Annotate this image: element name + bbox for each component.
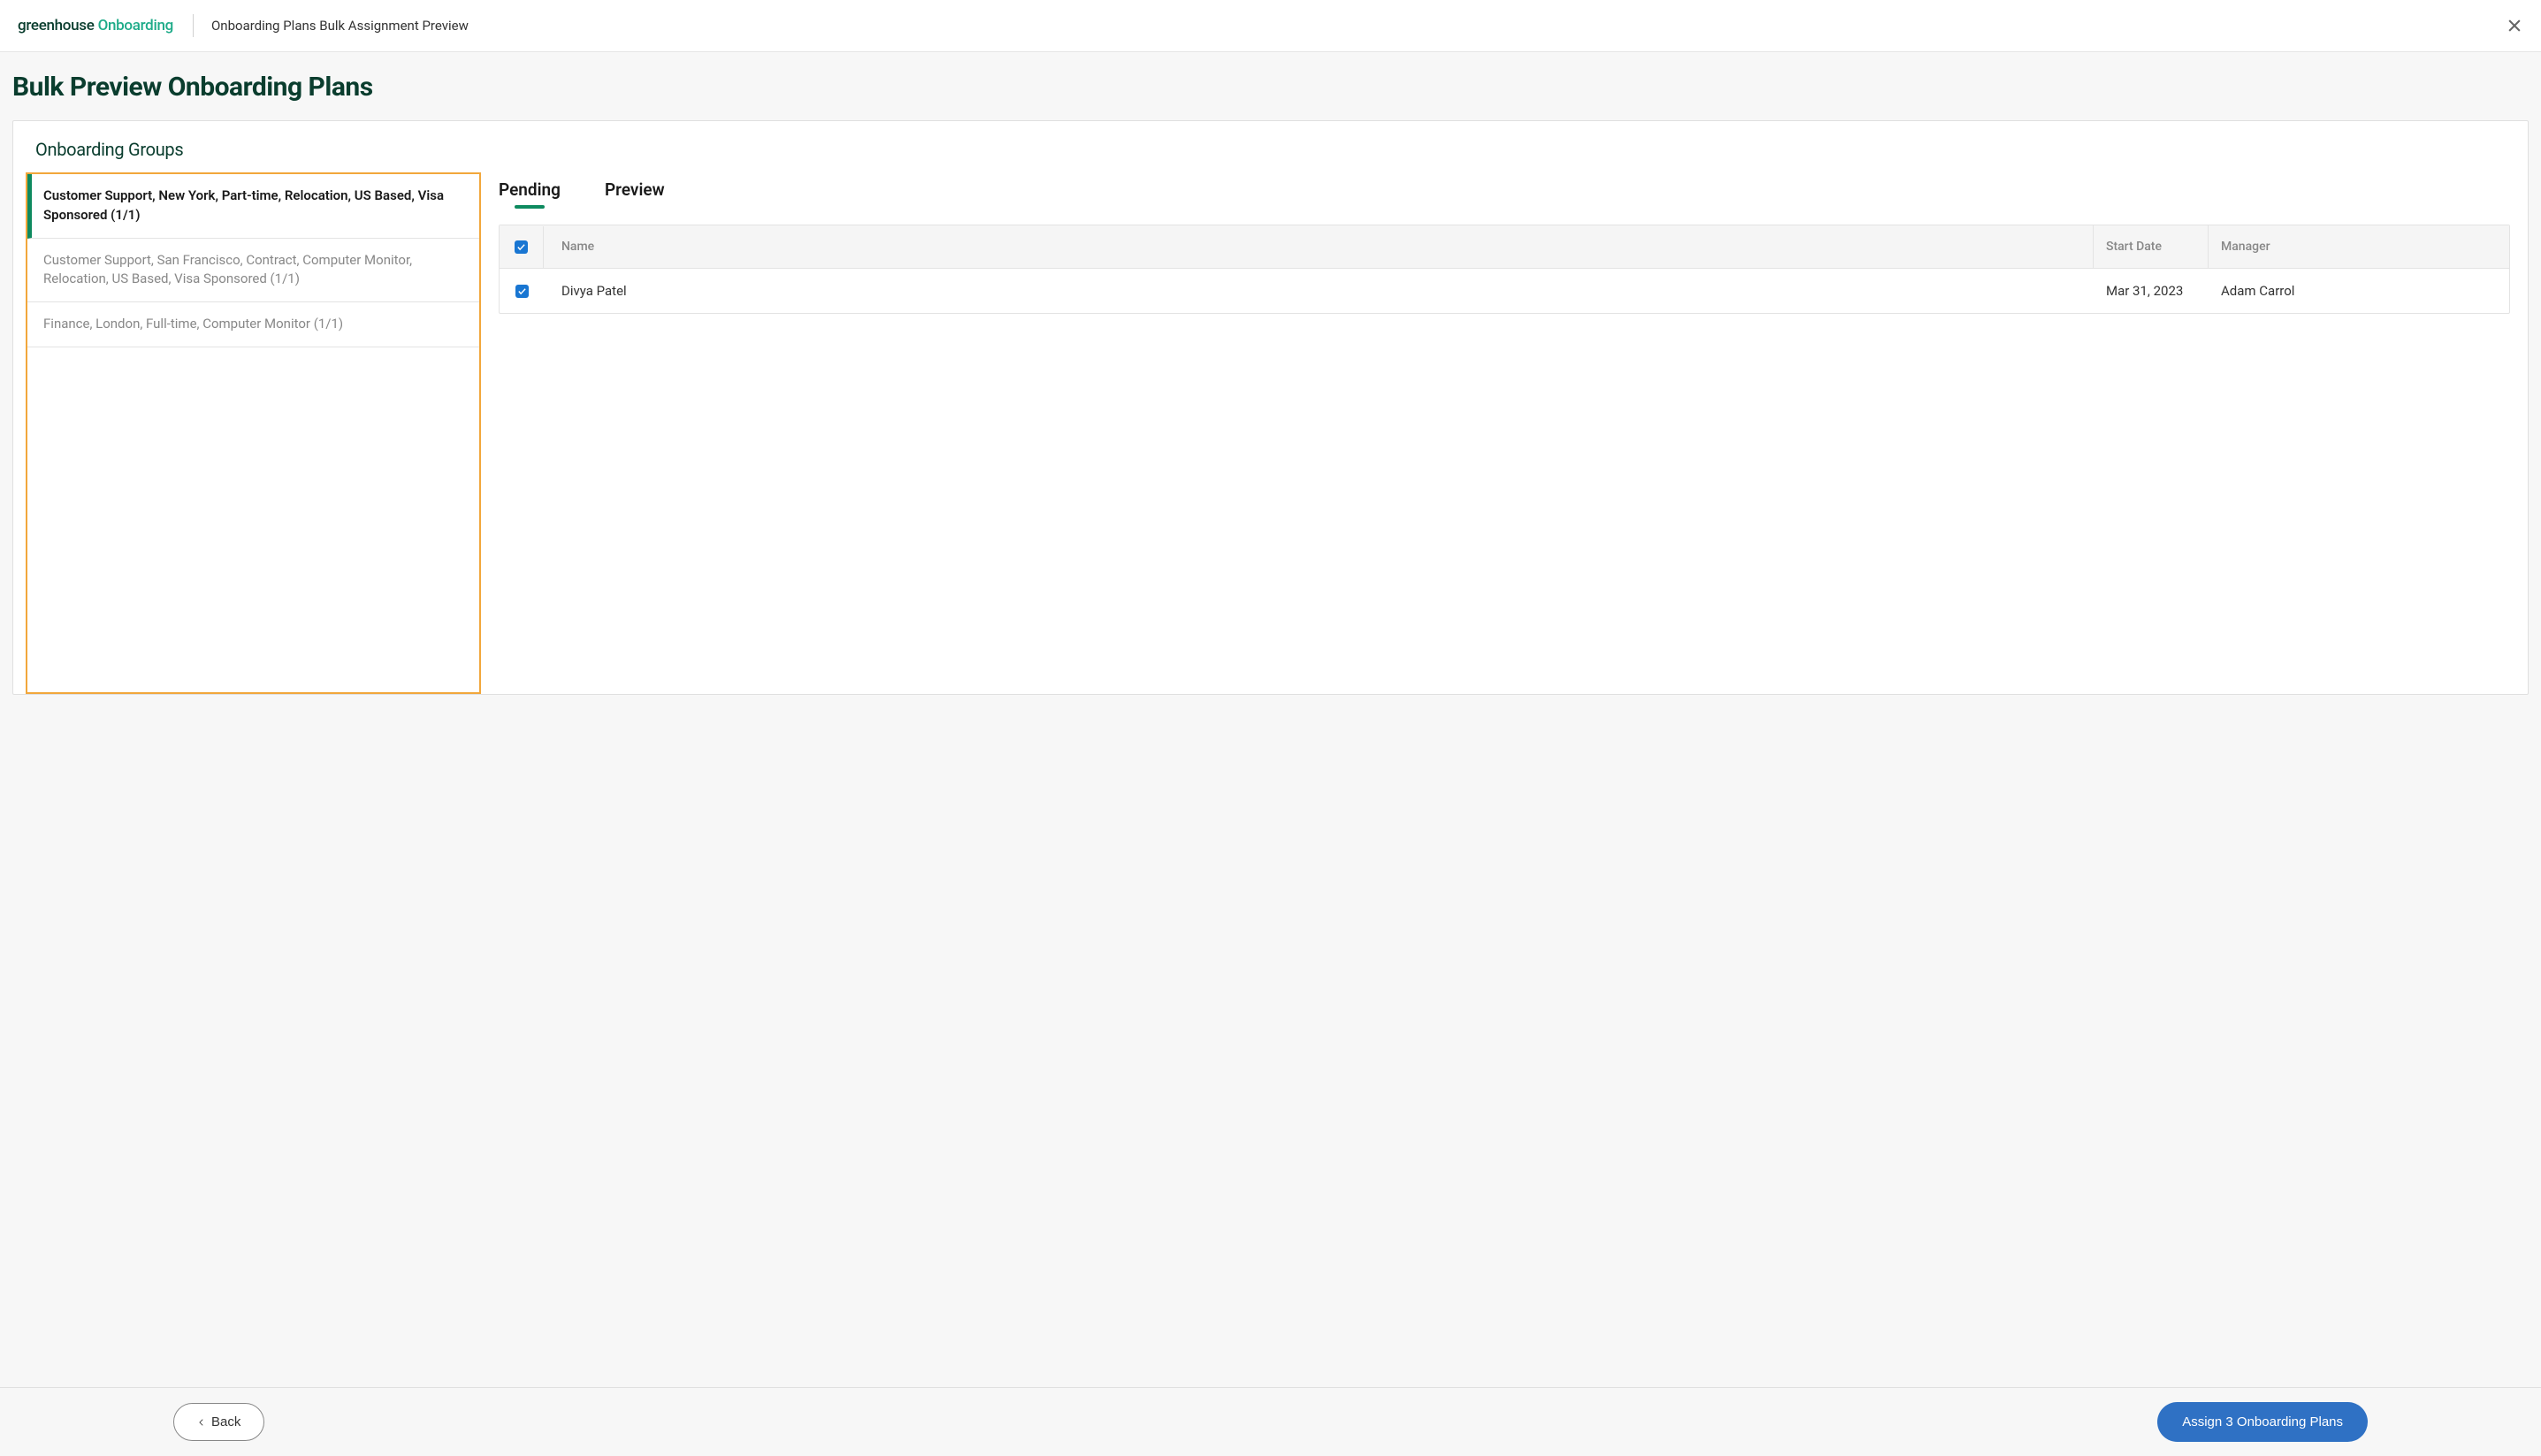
group-item-1[interactable]: Customer Support, San Francisco, Contrac… [27,239,479,303]
select-all-checkbox[interactable] [515,240,528,254]
assign-button[interactable]: Assign 3 Onboarding Plans [2157,1402,2368,1442]
header-divider [193,14,194,37]
row-start-date: Mar 31, 2023 [2094,269,2209,313]
header-start-date: Start Date [2094,225,2209,268]
row-manager: Adam Carrol [2209,269,2509,313]
panel-body: Customer Support, New York, Part-time, R… [13,172,2528,694]
header-checkbox-cell [500,226,544,268]
header-manager: Manager [2209,225,2509,268]
content-area: Bulk Preview Onboarding Plans Onboarding… [0,52,2541,1387]
table-row: Divya Patel Mar 31, 2023 Adam Carrol [500,269,2509,313]
group-item-2[interactable]: Finance, London, Full-time, Computer Mon… [27,302,479,347]
group-item-0[interactable]: Customer Support, New York, Part-time, R… [27,174,479,239]
row-checkbox[interactable] [515,285,529,298]
tabs: Pending Preview [499,179,2510,209]
back-button-label: Back [211,1414,240,1429]
detail-panel: Pending Preview Name Start Date Manager [499,172,2528,694]
tab-preview[interactable]: Preview [605,179,665,209]
panel-header: Onboarding Groups [13,121,2528,172]
panel-title: Onboarding Groups [35,139,2506,160]
pending-table: Name Start Date Manager Divya Patel Mar … [499,225,2510,314]
check-icon [516,242,526,252]
onboarding-groups-sidebar: Customer Support, New York, Part-time, R… [26,172,481,694]
row-checkbox-cell [500,271,544,312]
page-title: Bulk Preview Onboarding Plans [0,52,2541,120]
breadcrumb: Onboarding Plans Bulk Assignment Preview [211,18,469,34]
logo-text-onboarding: Onboarding [98,17,173,34]
close-icon [2506,17,2523,34]
table-header-row: Name Start Date Manager [500,225,2509,269]
logo: greenhouse Onboarding [18,17,173,34]
close-button[interactable] [2506,17,2523,34]
sidebar-spacer [27,347,479,692]
row-name: Divya Patel [544,269,2094,313]
tab-pending[interactable]: Pending [499,179,561,209]
logo-text-greenhouse: greenhouse [18,17,95,34]
main-panel: Onboarding Groups Customer Support, New … [12,120,2529,695]
chevron-left-icon [197,1418,206,1427]
check-icon [517,286,527,296]
back-button[interactable]: Back [173,1403,264,1441]
app-header: greenhouse Onboarding Onboarding Plans B… [0,0,2541,52]
footer: Back Assign 3 Onboarding Plans [0,1387,2541,1456]
header-name: Name [544,225,2094,268]
